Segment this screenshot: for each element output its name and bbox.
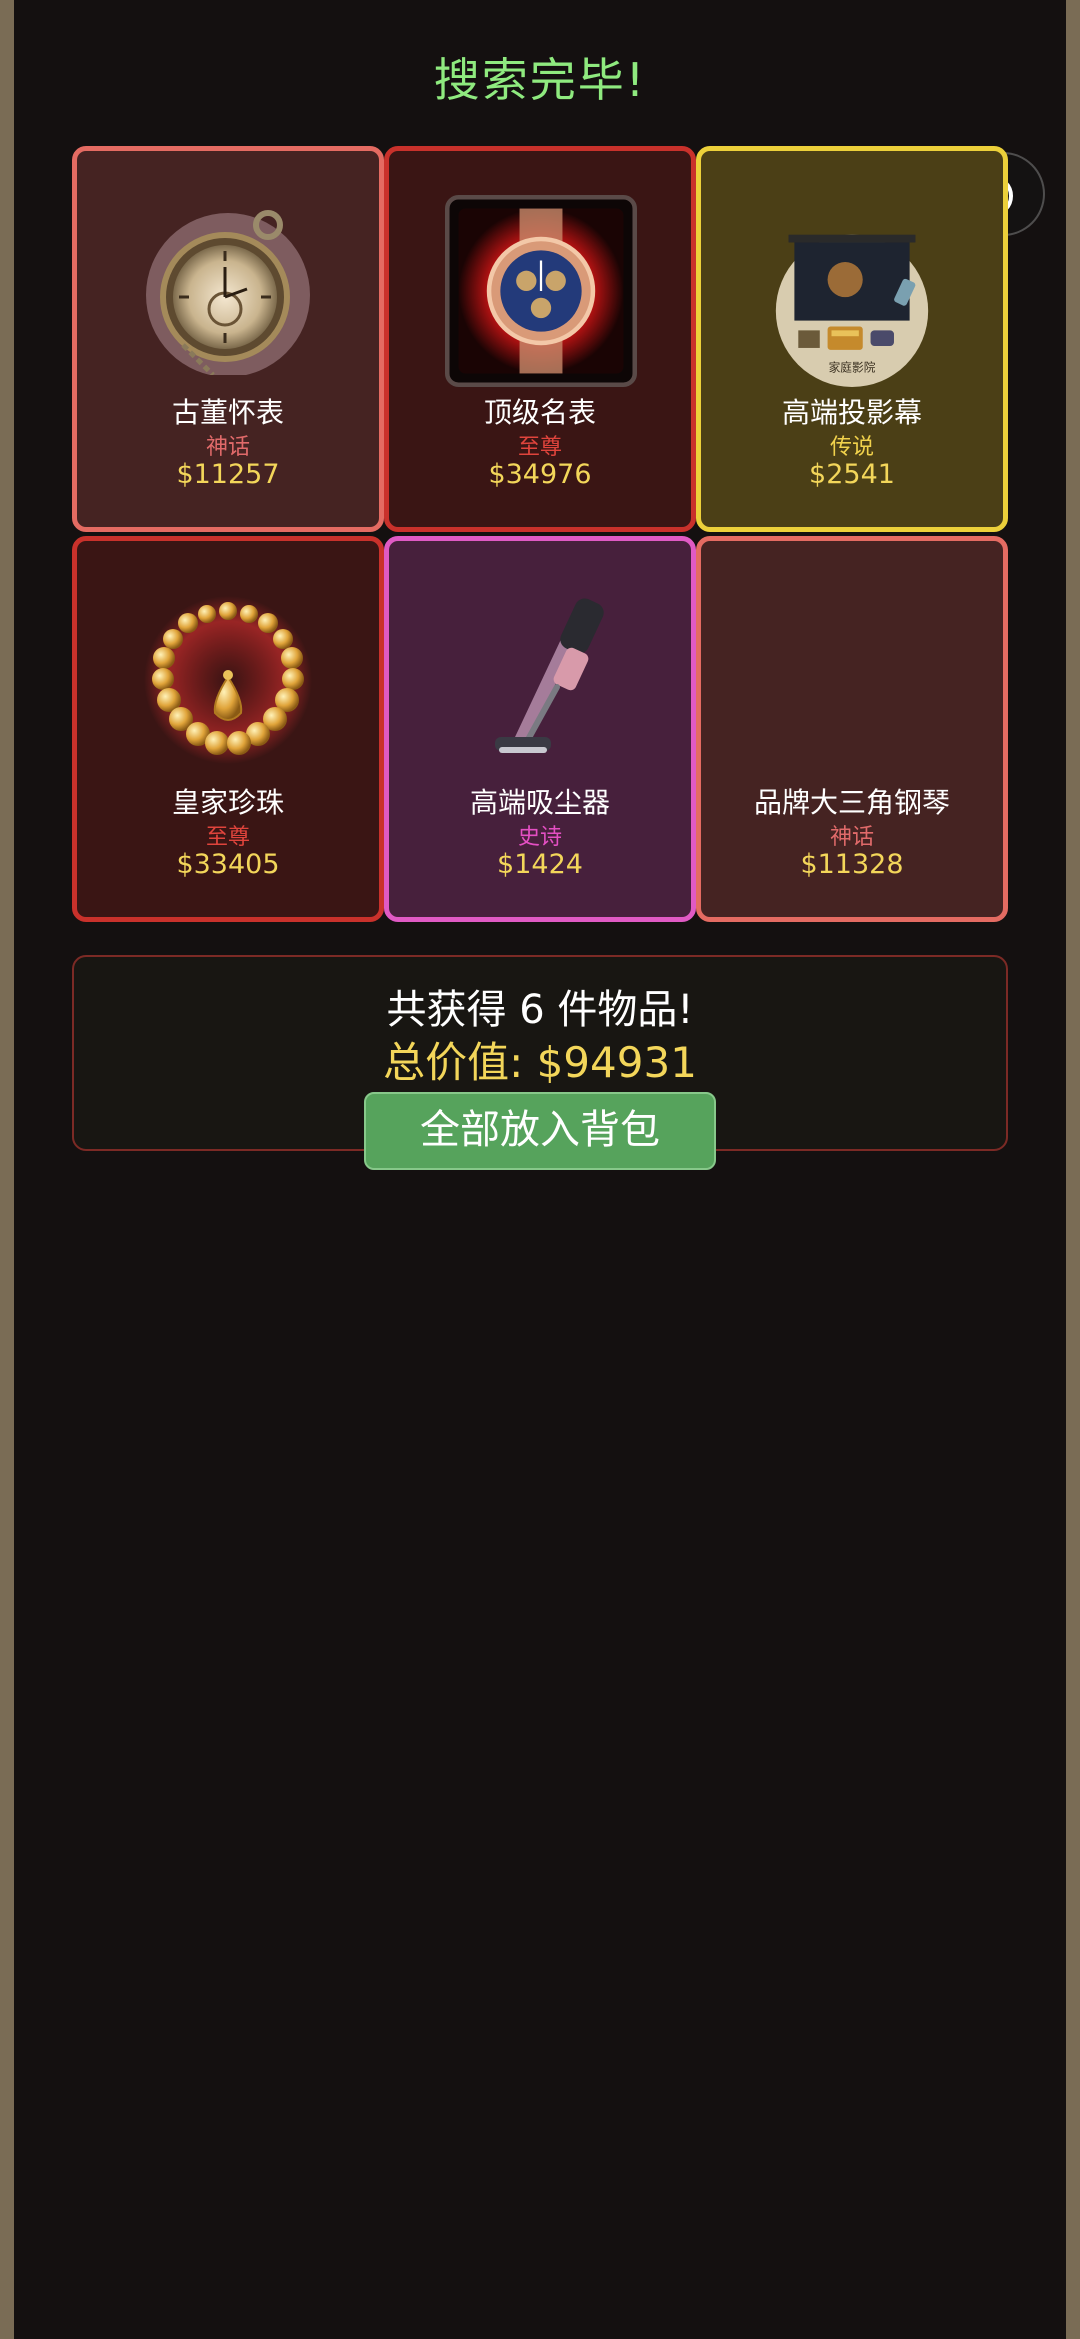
item-name: 皇家珍珠 [171,786,284,819]
item-rarity: 至尊 [205,825,250,850]
item-rarity: 至尊 [517,435,562,460]
item-count-text: 共获得 6 件物品! [386,987,694,1033]
item-name: 品牌大三角钢琴 [753,786,950,819]
item-name: 古董怀表 [171,396,284,429]
loot-card[interactable]: 高端吸尘器 史诗 $1424 [384,536,696,922]
pocket-watch-icon [146,210,310,375]
loot-card[interactable]: 皇家珍珠 至尊 $33405 [72,536,384,922]
loot-card[interactable]: 家庭影院 高端投影幕 传说 $2541 [696,146,1008,532]
item-price: $33405 [176,849,280,880]
item-price: $11257 [176,459,280,490]
total-value-text: 总价值: $94931 [383,1038,697,1087]
item-rarity: 神话 [829,825,874,850]
item-price: $11328 [800,849,904,880]
page-title: 搜索完毕! [433,53,647,107]
projector-screen-icon: 家庭影院 [775,234,929,387]
pearl-necklace-icon [144,596,312,764]
item-name: 顶级名表 [483,396,596,429]
loot-card[interactable]: 顶级名表 至尊 $34976 [384,146,696,532]
vacuum-cleaner-icon [495,598,604,753]
item-price: $34976 [488,459,592,490]
collect-all-button[interactable]: 全部放入背包 [364,1092,716,1170]
loot-grid: 古董怀表 神话 $11257 顶级名表 至尊 $34976 家庭影院 高端投影幕… [72,146,1010,926]
right-edge-strip [1066,0,1080,2339]
item-price: $1424 [497,849,583,880]
item-rarity: 史诗 [517,825,562,850]
item-rarity: 传说 [829,435,874,460]
left-edge-strip [0,0,14,2339]
loot-card[interactable]: 古董怀表 神话 $11257 [72,146,384,532]
item-name: 高端吸尘器 [469,786,610,819]
loot-card[interactable]: 品牌大三角钢琴 神话 $11328 [696,536,1008,922]
luxury-watch-icon [445,195,637,387]
item-rarity: 神话 [205,435,250,460]
item-name: 高端投影幕 [781,396,922,429]
item-price: $2541 [809,459,895,490]
art-caption: 家庭影院 [829,360,876,374]
